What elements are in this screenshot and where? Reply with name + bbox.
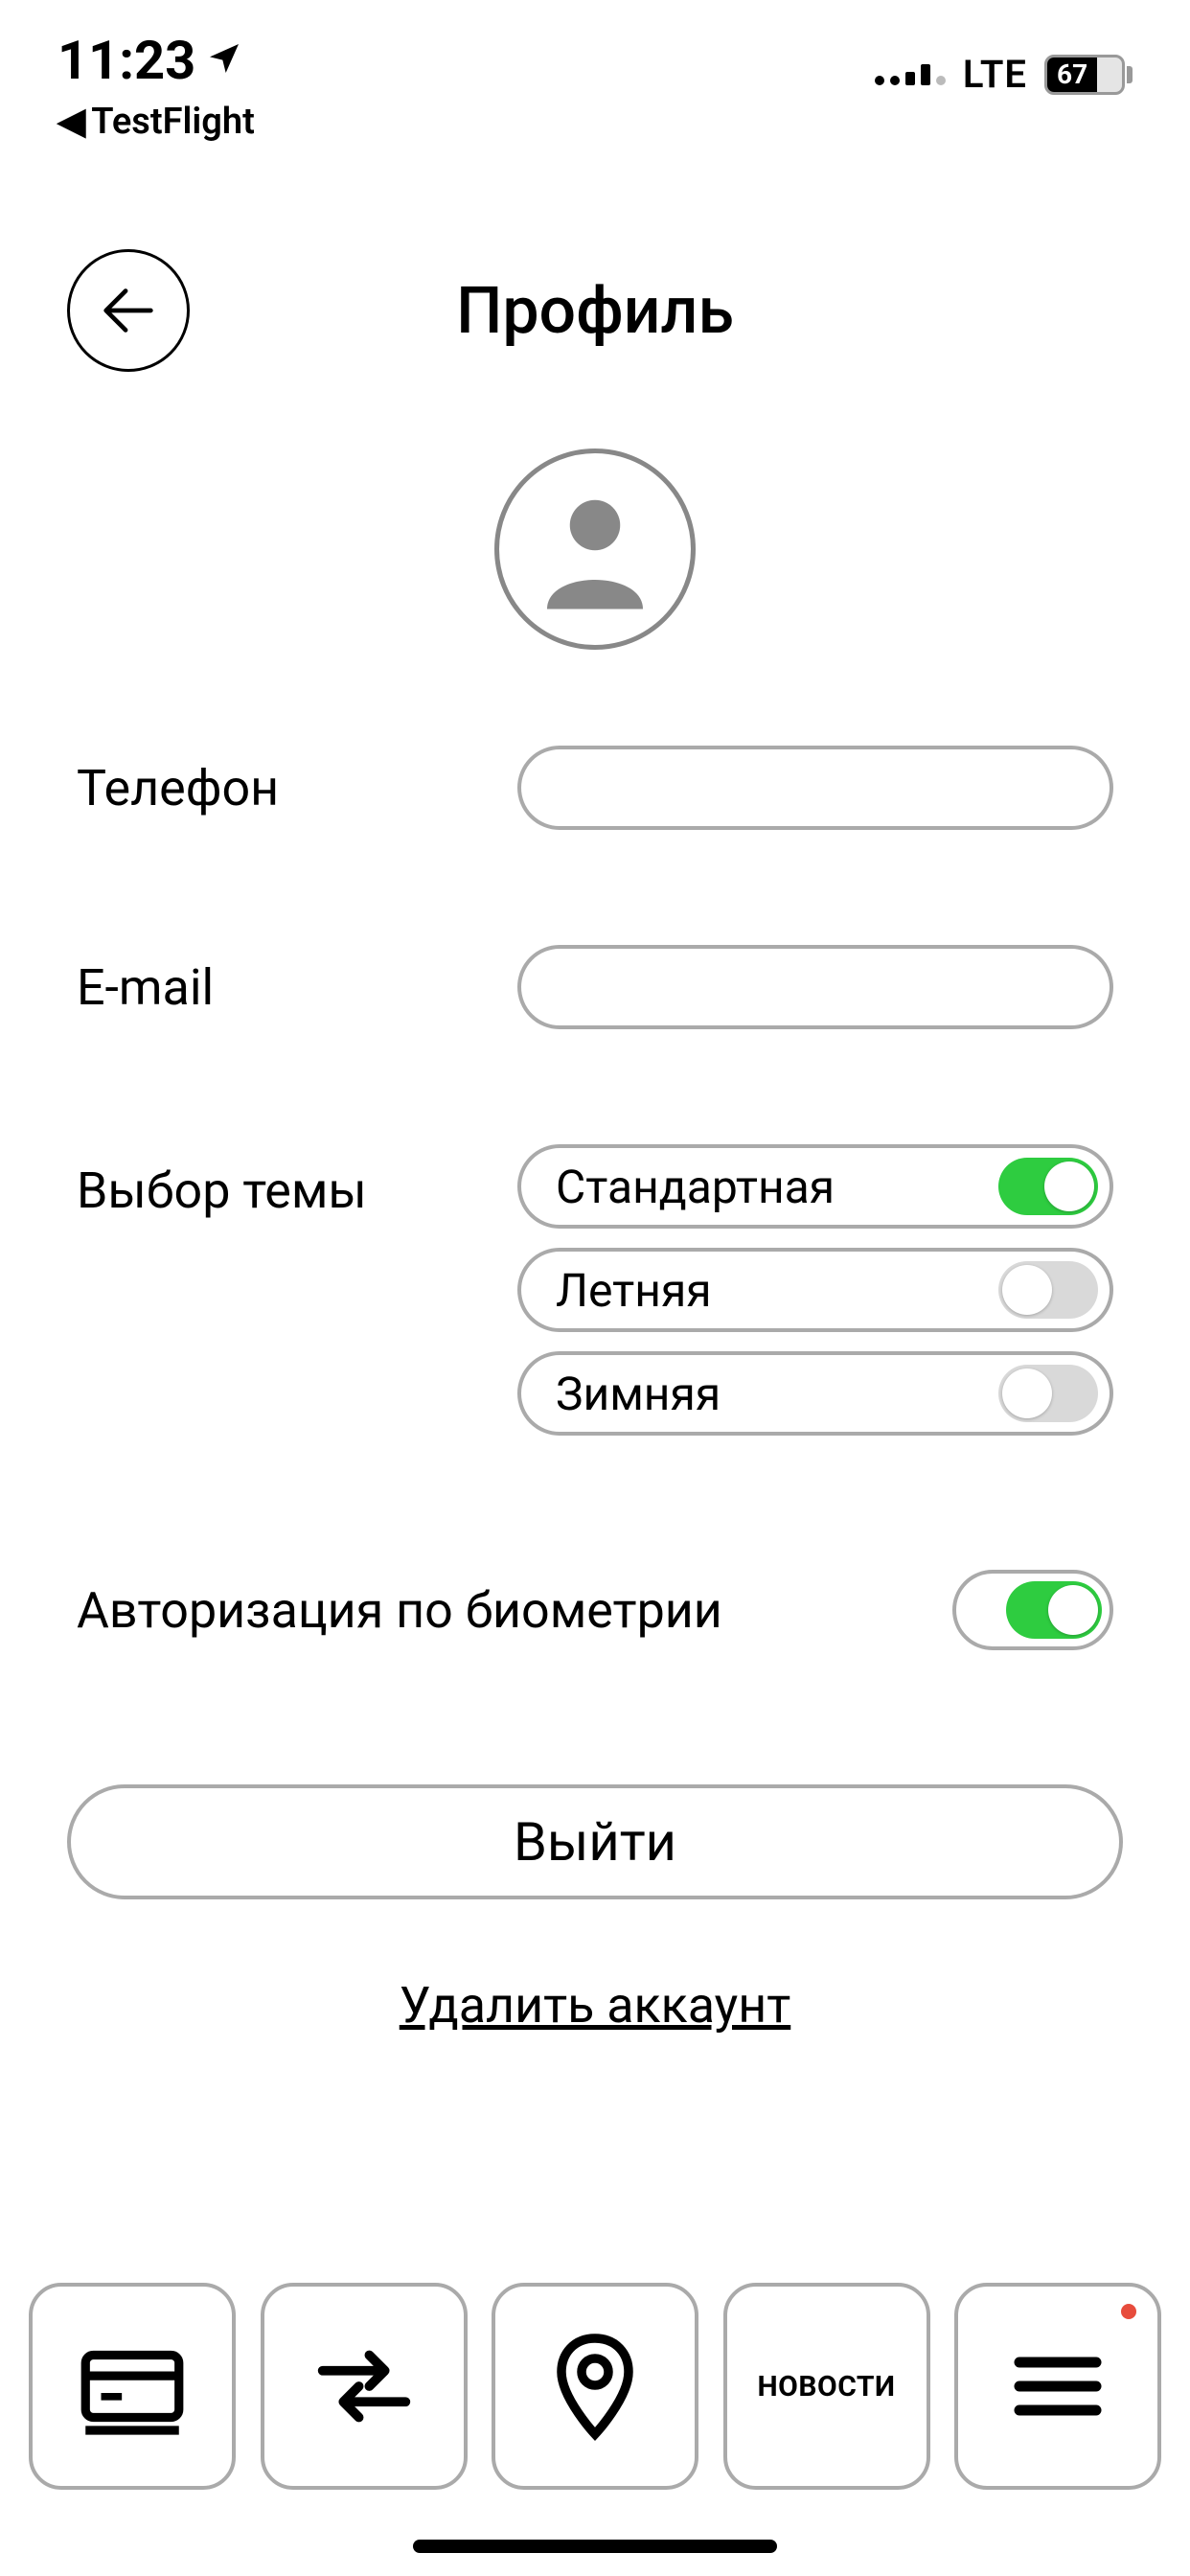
profile-form: Телефон E-mail Выбор темы Стандартная Ле… [0, 746, 1190, 1650]
card-icon [70, 2324, 195, 2449]
theme-row: Выбор темы Стандартная Летняя Зимняя [77, 1144, 1113, 1436]
logout-button[interactable]: Выйти [67, 1784, 1123, 1899]
theme-option-summer[interactable]: Летняя [517, 1248, 1113, 1332]
email-input[interactable] [517, 945, 1113, 1029]
home-indicator[interactable] [413, 2540, 777, 2553]
bottom-nav: НОВОСТИ [0, 2283, 1190, 2490]
menu-icon [1000, 2329, 1115, 2444]
phone-input[interactable] [517, 746, 1113, 830]
status-bar: 11:23 ◀ TestFlight LTE 67 [0, 0, 1190, 153]
theme-summer-toggle[interactable] [998, 1261, 1098, 1319]
nav-menu[interactable] [954, 2283, 1161, 2490]
location-indicator-icon [205, 39, 243, 81]
back-caret-icon: ◀ [57, 100, 85, 143]
notification-dot-icon [1121, 2304, 1136, 2319]
email-row: E-mail [77, 945, 1113, 1029]
avatar[interactable] [494, 448, 696, 650]
theme-winter-label: Зимняя [556, 1367, 721, 1421]
location-pin-icon [538, 2329, 652, 2444]
back-to-app[interactable]: ◀ TestFlight [57, 100, 255, 143]
biometric-toggle[interactable] [952, 1570, 1113, 1650]
theme-winter-toggle[interactable] [998, 1365, 1098, 1422]
person-icon [523, 477, 667, 621]
biometric-row: Авторизация по биометрии [77, 1570, 1113, 1650]
theme-option-standard[interactable]: Стандартная [517, 1144, 1113, 1229]
status-time: 11:23 [57, 29, 195, 92]
battery-percent: 67 [1047, 58, 1097, 92]
theme-option-winter[interactable]: Зимняя [517, 1351, 1113, 1436]
email-label: E-mail [77, 958, 517, 1017]
avatar-section [0, 410, 1190, 746]
theme-standard-toggle[interactable] [998, 1158, 1098, 1215]
theme-summer-label: Летняя [556, 1263, 712, 1318]
nav-location[interactable] [492, 2283, 698, 2490]
phone-label: Телефон [77, 759, 517, 817]
arrow-left-icon [95, 277, 162, 344]
page-title: Профиль [456, 272, 734, 349]
network-label: LTE [963, 52, 1027, 97]
phone-row: Телефон [77, 746, 1113, 830]
transfer-icon [302, 2324, 426, 2449]
delete-account-link[interactable]: Удалить аккаунт [0, 1976, 1190, 2035]
status-left: 11:23 ◀ TestFlight [57, 29, 255, 143]
page-header: Профиль [0, 153, 1190, 410]
nav-news-label: НОВОСТИ [758, 2370, 896, 2404]
signal-icon [875, 64, 946, 85]
status-right: LTE 67 [875, 52, 1133, 97]
delete-account-label: Удалить аккаунт [400, 1976, 790, 2035]
logout-label: Выйти [514, 1810, 676, 1874]
back-to-app-label: TestFlight [91, 101, 255, 143]
theme-label: Выбор темы [77, 1144, 517, 1220]
biometric-label: Авторизация по биометрии [77, 1581, 952, 1640]
theme-standard-label: Стандартная [556, 1160, 835, 1214]
nav-news[interactable]: НОВОСТИ [723, 2283, 930, 2490]
nav-card[interactable] [29, 2283, 236, 2490]
back-button[interactable] [67, 249, 190, 372]
nav-transfer[interactable] [261, 2283, 468, 2490]
battery-icon: 67 [1044, 55, 1133, 95]
